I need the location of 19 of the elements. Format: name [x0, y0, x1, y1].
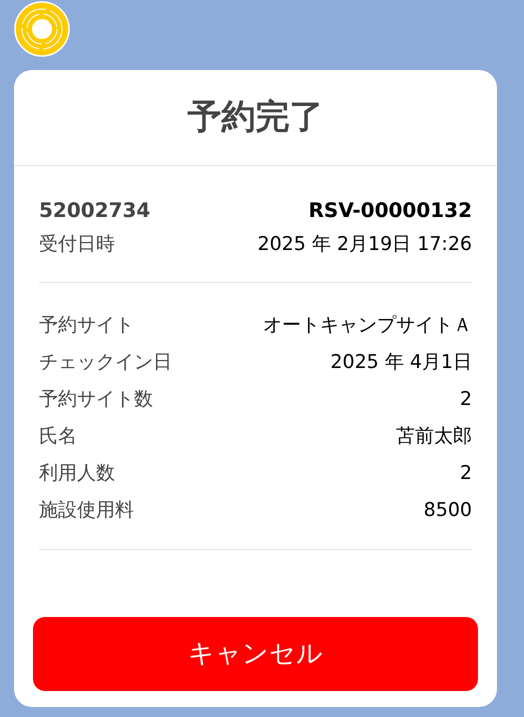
detail-label: 氏名	[39, 424, 77, 450]
detail-label: 利用人数	[39, 461, 115, 486]
detail-label: 予約サイト	[39, 313, 134, 338]
detail-value: 2025 年 2月19日 17:26	[258, 232, 472, 257]
detail-value: 2025 年 4月1日	[330, 350, 472, 376]
detail-label: 受付日時	[39, 232, 115, 257]
detail-value: 苫前太郎	[396, 424, 472, 450]
detail-value: オートキャンプサイトＡ	[263, 313, 472, 338]
detail-label: チェックイン日	[39, 350, 172, 376]
detail-value: 2	[460, 461, 472, 486]
detail-value: 8500	[424, 498, 472, 524]
logo-icon	[14, 1, 70, 57]
page-title: 予約完了	[188, 96, 324, 139]
detail-label: 施設使用料	[39, 498, 134, 524]
number-text: 52002734	[39, 197, 150, 224]
cancel-button[interactable]: キャンセル	[33, 617, 478, 691]
reservation-id: RSV-00000132	[308, 197, 472, 224]
detail-label: 予約サイト数	[39, 387, 153, 412]
detail-value: 2	[460, 387, 472, 412]
